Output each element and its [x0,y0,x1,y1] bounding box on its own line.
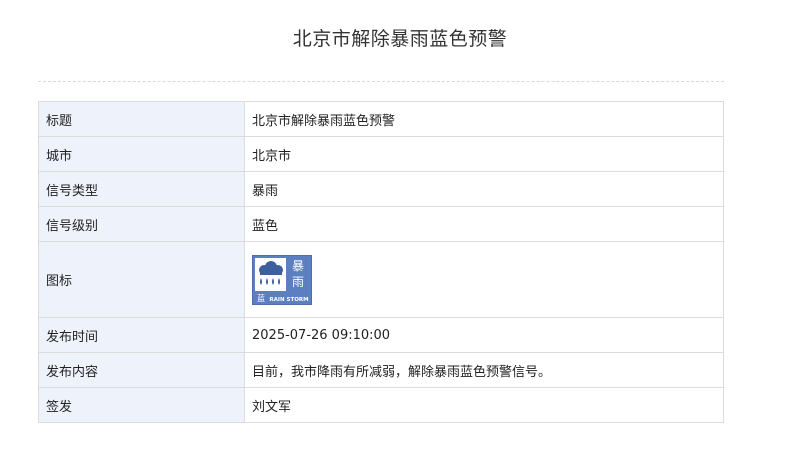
table-row-signal-level: 信号级别 蓝色 [38,206,724,242]
value-city: 北京市 [244,136,724,172]
value-issuer: 刘文军 [244,387,724,423]
value-signal-level: 蓝色 [244,206,724,242]
value-icon: 暴 雨 蓝 RAIN STORM [244,241,724,318]
label-signal-level: 信号级别 [38,206,245,242]
icon-char-bottom: 雨 [292,275,304,289]
rainstorm-blue-warning-icon: 暴 雨 蓝 RAIN STORM [252,254,312,305]
table-row-city: 城市 北京市 [38,136,724,172]
label-title: 标题 [38,101,245,137]
label-city: 城市 [38,136,245,172]
value-publish-time: 2025-07-26 09:10:00 [244,317,724,353]
table-row-publish-time: 发布时间 2025-07-26 09:10:00 [38,317,724,353]
icon-caption: RAIN STORM [269,297,308,303]
page-title: 北京市解除暴雨蓝色预警 [292,28,508,50]
table-row-signal-type: 信号类型 暴雨 [38,171,724,207]
table-row-icon: 图标 暴 雨 蓝 RAIN STORM [38,241,724,318]
table-row-content: 发布内容 目前，我市降雨有所减弱，解除暴雨蓝色预警信号。 [38,352,724,388]
table-row-issuer: 签发 刘文军 [38,387,724,423]
value-signal-type: 暴雨 [244,171,724,207]
icon-level-char: 蓝 [257,293,265,303]
icon-char-top: 暴 [292,259,304,273]
value-title: 北京市解除暴雨蓝色预警 [244,101,724,137]
label-signal-type: 信号类型 [38,171,245,207]
label-issuer: 签发 [38,387,245,423]
warning-info-table: 标题 北京市解除暴雨蓝色预警 城市 北京市 信号类型 暴雨 信号级别 蓝色 图标 [38,101,724,423]
label-content: 发布内容 [38,352,245,388]
title-divider [38,81,724,82]
page: 北京市解除暴雨蓝色预警 标题 北京市解除暴雨蓝色预警 城市 北京市 信号类型 暴… [0,0,800,450]
table-row-title: 标题 北京市解除暴雨蓝色预警 [38,101,724,137]
label-publish-time: 发布时间 [38,317,245,353]
label-icon: 图标 [38,241,245,318]
value-content: 目前，我市降雨有所减弱，解除暴雨蓝色预警信号。 [244,352,724,388]
